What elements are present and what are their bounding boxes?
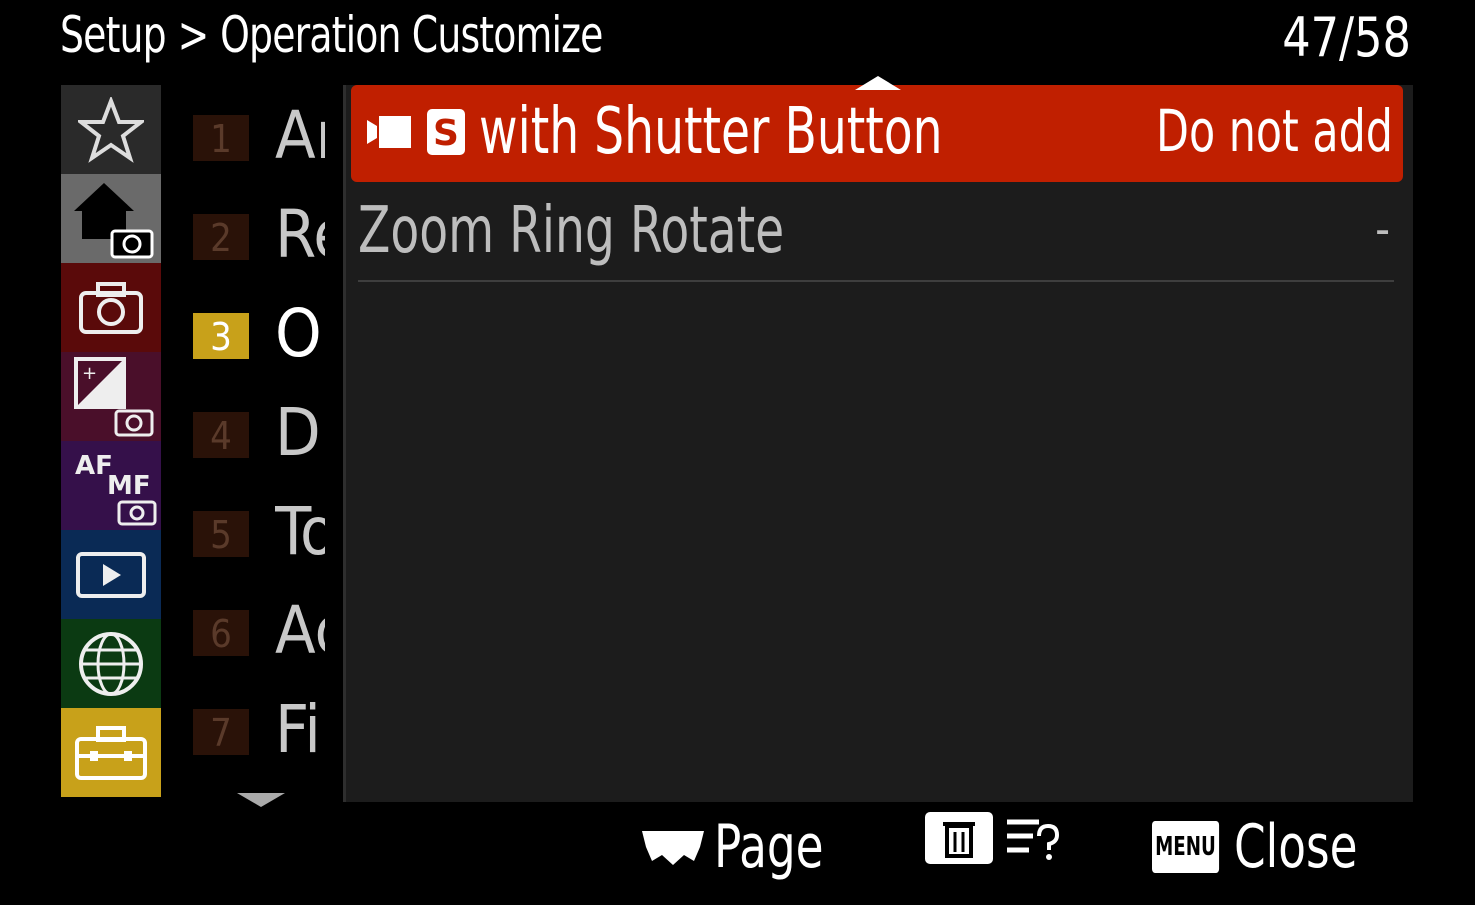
subpage-number: 2 (193, 214, 249, 260)
subpage-list: 1 Ar 2 Re 3 Op 4 Di 5 To 6 Ac 7 Fi (193, 85, 343, 778)
subpage-title: To (275, 493, 325, 570)
subpage-item-4[interactable]: 4 Di (193, 382, 343, 481)
subpage-item-2[interactable]: 2 Re (193, 184, 343, 283)
category-shooting[interactable] (61, 263, 161, 352)
mf-label: MF (107, 471, 151, 501)
category-network[interactable] (61, 619, 161, 708)
setting-value: - (1375, 202, 1390, 256)
toolbox-icon (75, 725, 147, 780)
page-title: Operation Customize (220, 6, 603, 64)
breadcrumb: Setup > Operation Customize (60, 6, 603, 64)
delete-icon (925, 812, 993, 864)
setting-value: Do not add (1156, 97, 1393, 165)
subpage-title: Fi (275, 691, 321, 768)
page-counter: 47/58 (1282, 6, 1411, 69)
breadcrumb-separator: > (177, 6, 210, 64)
playback-icon (76, 551, 146, 598)
camera-icon (79, 281, 143, 334)
subpage-item-7[interactable]: 7 Fi (193, 679, 343, 778)
subpage-number: 4 (193, 412, 249, 458)
category-exposure[interactable]: + (61, 352, 161, 441)
control-wheel-icon (642, 831, 704, 865)
page-label: Page (714, 812, 824, 882)
delete-help-hint[interactable] (925, 812, 1061, 864)
page-hint[interactable]: Page (640, 812, 844, 882)
star-icon (78, 96, 144, 163)
home-camera-icon (74, 182, 154, 258)
scroll-down-arrow-icon[interactable] (237, 793, 285, 807)
subpage-title: Ar (275, 97, 325, 174)
s-mode-letter: S (433, 113, 459, 154)
category-sidebar: + AF MF (61, 85, 161, 797)
menu-button-icon: MENU (1152, 821, 1219, 873)
subpage-title: Di (275, 394, 325, 471)
scroll-up-arrow-icon[interactable] (855, 76, 901, 90)
category-setup[interactable] (61, 708, 161, 797)
subpage-number: 7 (193, 709, 249, 755)
help-guide-icon (1007, 819, 1060, 860)
subpage-number: 6 (193, 610, 249, 656)
setting-row-with-shutter-button[interactable]: S with Shutter Button Do not add (351, 85, 1403, 182)
af-mf-camera-icon: AF MF (75, 451, 157, 525)
breadcrumb-section: Setup (60, 6, 167, 64)
s-mode-icon: S (427, 109, 465, 155)
category-focus[interactable]: AF MF (61, 441, 161, 530)
category-playback[interactable] (61, 530, 161, 619)
category-main[interactable] (61, 174, 161, 263)
globe-icon (79, 631, 143, 696)
setting-icons: S (365, 109, 465, 155)
setting-label: Zoom Ring Rotate (358, 194, 785, 268)
setting-label: with Shutter Button (479, 95, 943, 169)
subpage-item-1[interactable]: 1 Ar (193, 85, 343, 184)
header-bar: Setup > Operation Customize 47/58 (0, 0, 1475, 80)
subpage-number: 5 (193, 511, 249, 557)
subpage-title: Ac (275, 592, 325, 669)
subpage-item-6[interactable]: 6 Ac (193, 580, 343, 679)
close-hint[interactable]: MENU Close (1152, 812, 1381, 882)
category-favorites[interactable] (61, 85, 161, 174)
subpage-number: 1 (193, 115, 249, 161)
svg-text:+: + (82, 363, 97, 384)
subpage-item-5[interactable]: 5 To (193, 481, 343, 580)
subpage-number: 3 (193, 313, 249, 359)
exposure-camera-icon: + (74, 356, 154, 436)
footer-bar: Page MENU Close (0, 812, 1475, 892)
close-label: Close (1233, 812, 1358, 882)
movie-rec-icon (367, 116, 411, 148)
setting-row-zoom-ring-rotate[interactable]: Zoom Ring Rotate - (358, 190, 1394, 282)
subpage-title: Op (275, 295, 325, 372)
subpage-item-3[interactable]: 3 Op (193, 283, 343, 382)
subpage-title: Re (275, 196, 325, 273)
